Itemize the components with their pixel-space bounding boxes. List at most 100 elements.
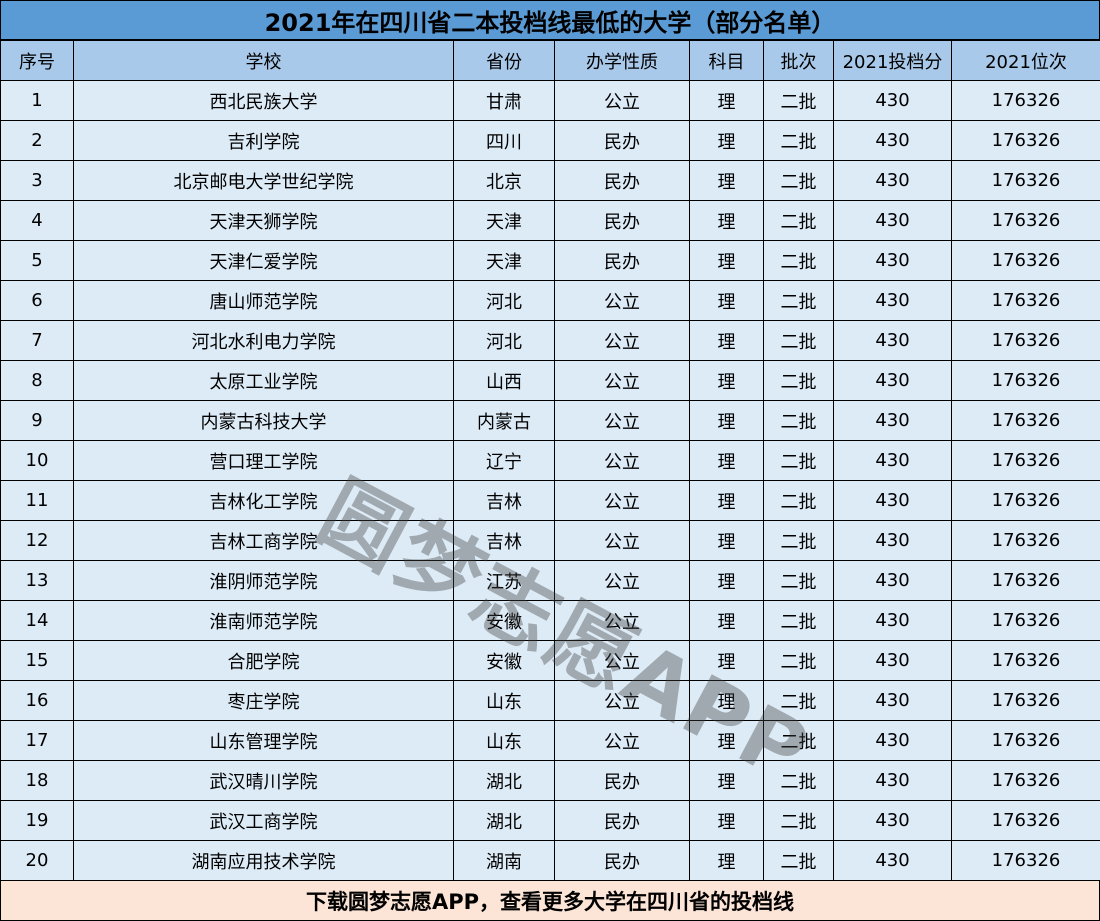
cell-rank: 176326 — [951, 160, 1100, 201]
cell-province: 河北 — [453, 280, 555, 321]
cell-rank: 176326 — [951, 600, 1100, 641]
cell-index: 18 — [0, 760, 74, 801]
cell-rank: 176326 — [951, 320, 1100, 361]
column-header-subject: 科目 — [689, 40, 764, 81]
cell-score: 430 — [833, 560, 952, 601]
cell-school: 内蒙古科技大学 — [73, 400, 454, 441]
table-row: 12 吉林工商学院 吉林 公立理二批 430 176326 — [0, 520, 1100, 561]
cell-province: 天津 — [453, 240, 555, 281]
cell-index: 4 — [0, 200, 74, 241]
cell-province: 甘肃 — [453, 80, 555, 121]
cell-rank: 176326 — [951, 120, 1100, 161]
cell-school: 合肥学院 — [73, 640, 454, 681]
cell-index: 17 — [0, 720, 74, 761]
cell-province: 湖南 — [453, 840, 555, 881]
table-row: 5 天津仁爱学院 天津 民办理二批 430 176326 — [0, 240, 1100, 281]
cell-subject: 理 — [689, 320, 764, 361]
cell-subject: 理 — [689, 480, 764, 521]
cell-batch: 二批 — [763, 520, 834, 561]
cell-province: 四川 — [453, 120, 555, 161]
cell-score: 430 — [833, 520, 952, 561]
cell-school: 天津仁爱学院 — [73, 240, 454, 281]
cell-province: 河北 — [453, 320, 555, 361]
cell-batch: 二批 — [763, 480, 834, 521]
table-row: 14 淮南师范学院 安徽 公立理二批 430 176326 — [0, 600, 1100, 641]
cell-subject: 理 — [689, 520, 764, 561]
cell-ownership: 公立 — [554, 480, 690, 521]
cell-province: 北京 — [453, 160, 555, 201]
cell-index: 14 — [0, 600, 74, 641]
cell-index: 2 — [0, 120, 74, 161]
cell-ownership: 民办 — [554, 760, 690, 801]
table-row: 11 吉林化工学院 吉林 公立理二批 430 176326 — [0, 480, 1100, 521]
cell-ownership: 公立 — [554, 360, 690, 401]
cell-batch: 二批 — [763, 160, 834, 201]
cell-subject: 理 — [689, 160, 764, 201]
cell-score: 430 — [833, 400, 952, 441]
cell-batch: 二批 — [763, 600, 834, 641]
cell-score: 430 — [833, 440, 952, 481]
cell-rank: 176326 — [951, 640, 1100, 681]
cell-score: 430 — [833, 200, 952, 241]
cell-batch: 二批 — [763, 120, 834, 161]
cell-ownership: 公立 — [554, 680, 690, 721]
cell-school: 淮南师范学院 — [73, 600, 454, 641]
cell-batch: 二批 — [763, 360, 834, 401]
cell-score: 430 — [833, 840, 952, 881]
cell-index: 9 — [0, 400, 74, 441]
cell-subject: 理 — [689, 640, 764, 681]
cell-score: 430 — [833, 640, 952, 681]
cell-score: 430 — [833, 760, 952, 801]
cell-subject: 理 — [689, 200, 764, 241]
cell-subject: 理 — [689, 560, 764, 601]
cell-school: 吉林工商学院 — [73, 520, 454, 561]
cell-school: 太原工业学院 — [73, 360, 454, 401]
cell-rank: 176326 — [951, 240, 1100, 281]
cell-score: 430 — [833, 720, 952, 761]
cell-index: 20 — [0, 840, 74, 881]
cell-batch: 二批 — [763, 400, 834, 441]
cell-subject: 理 — [689, 720, 764, 761]
cell-batch: 二批 — [763, 440, 834, 481]
cell-batch: 二批 — [763, 680, 834, 721]
cell-subject: 理 — [689, 400, 764, 441]
cell-school: 武汉工商学院 — [73, 800, 454, 841]
cell-index: 10 — [0, 440, 74, 481]
cell-province: 内蒙古 — [453, 400, 555, 441]
cell-rank: 176326 — [951, 800, 1100, 841]
cell-ownership: 民办 — [554, 160, 690, 201]
cell-ownership: 公立 — [554, 720, 690, 761]
cell-school: 西北民族大学 — [73, 80, 454, 121]
cell-index: 11 — [0, 480, 74, 521]
cell-batch: 二批 — [763, 840, 834, 881]
cell-score: 430 — [833, 360, 952, 401]
cell-score: 430 — [833, 600, 952, 641]
column-header-rank: 2021位次 — [951, 40, 1100, 81]
cell-ownership: 公立 — [554, 600, 690, 641]
cell-rank: 176326 — [951, 520, 1100, 561]
table-row: 18 武汉晴川学院 湖北 民办理二批 430 176326 — [0, 760, 1100, 801]
cell-rank: 176326 — [951, 80, 1100, 121]
cell-score: 430 — [833, 120, 952, 161]
cell-rank: 176326 — [951, 480, 1100, 521]
cell-score: 430 — [833, 240, 952, 281]
cell-rank: 176326 — [951, 560, 1100, 601]
cell-index: 8 — [0, 360, 74, 401]
admission-table: 序号 学校 省份 办学性质 科目 批次 2021投档分 2021位次 1 西北民族… — [0, 40, 1100, 881]
table-row: 20 湖南应用技术学院 湖南 民办理二批 430 176326 — [0, 840, 1100, 881]
column-header-score: 2021投档分 — [833, 40, 952, 81]
cell-ownership: 公立 — [554, 560, 690, 601]
cell-rank: 176326 — [951, 400, 1100, 441]
cell-subject: 理 — [689, 600, 764, 641]
cell-ownership: 公立 — [554, 320, 690, 361]
cell-school: 吉林化工学院 — [73, 480, 454, 521]
cell-school: 河北水利电力学院 — [73, 320, 454, 361]
cell-school: 枣庄学院 — [73, 680, 454, 721]
cell-batch: 二批 — [763, 560, 834, 601]
cell-rank: 176326 — [951, 200, 1100, 241]
cell-province: 天津 — [453, 200, 555, 241]
cell-subject: 理 — [689, 760, 764, 801]
column-header-school: 学校 — [73, 40, 454, 81]
cell-subject: 理 — [689, 800, 764, 841]
cell-score: 430 — [833, 160, 952, 201]
